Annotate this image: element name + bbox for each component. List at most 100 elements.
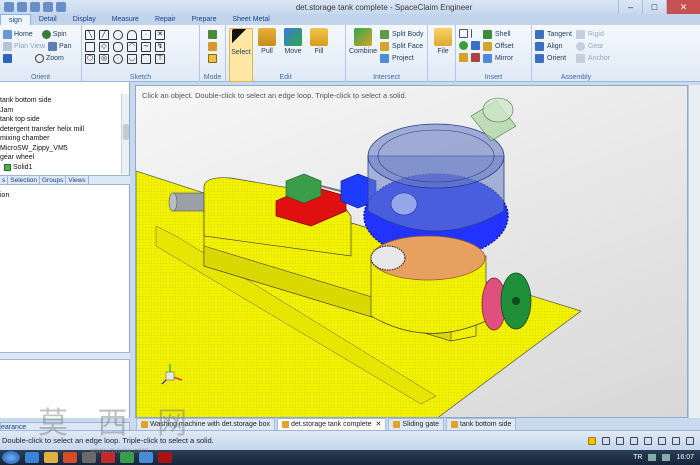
spline-tool-icon[interactable]: ∼: [141, 42, 151, 52]
split-face-button[interactable]: Split Face: [380, 40, 424, 52]
tree-item[interactable]: tank bottom side: [0, 96, 129, 106]
sweep-arc-icon[interactable]: ◠: [127, 42, 137, 52]
tree-item[interactable]: tank top side: [0, 115, 129, 125]
viewport-scrollbar[interactable]: [688, 85, 700, 418]
home-button[interactable]: Home: [3, 29, 33, 39]
doc-tab-tank-bottom[interactable]: tank bottom side: [446, 418, 517, 430]
orient-constraint-button[interactable]: Orient: [535, 52, 572, 64]
language-indicator[interactable]: TR: [633, 454, 642, 461]
split-body-button[interactable]: Split Body: [380, 28, 424, 40]
clock[interactable]: 16:07: [676, 454, 694, 461]
point-tool-icon[interactable]: ·: [141, 30, 151, 40]
scrollbar-thumb[interactable]: [123, 124, 129, 140]
close-button[interactable]: ✕: [666, 0, 700, 14]
box-select-icon[interactable]: [644, 436, 652, 445]
tab-views[interactable]: Views: [66, 176, 89, 184]
undo-icon[interactable]: [56, 2, 66, 12]
tab-measure[interactable]: Measure: [104, 14, 147, 25]
anchor-button[interactable]: Anchor: [575, 52, 610, 64]
tab-sheet-metal[interactable]: Sheet Metal: [224, 14, 277, 25]
next-icon[interactable]: [602, 436, 610, 445]
select-filter-icon[interactable]: [630, 436, 638, 445]
lasso-icon[interactable]: [658, 436, 666, 445]
sphere-icon[interactable]: [459, 41, 468, 50]
tangent-line-icon[interactable]: ╱: [99, 30, 109, 40]
three-point-arc-icon[interactable]: ◡: [127, 54, 137, 64]
shell-button[interactable]: Shell: [483, 28, 514, 40]
trim-tool-icon[interactable]: ✕: [155, 30, 165, 40]
arc-tool-icon[interactable]: [127, 30, 137, 40]
doc-tab-sliding-gate[interactable]: Sliding gate: [388, 418, 445, 430]
rigid-button[interactable]: Rigid: [575, 28, 610, 40]
tree-item[interactable]: detergent transfer helix mill: [0, 125, 129, 135]
ellipse-tool-icon[interactable]: [113, 42, 123, 52]
cursor-icon[interactable]: [616, 436, 624, 445]
file-button[interactable]: File: [431, 28, 455, 55]
tab-prepare[interactable]: Prepare: [184, 14, 225, 25]
face-curve-icon[interactable]: ⌒: [141, 54, 151, 64]
line-tool-icon[interactable]: ╲: [85, 30, 95, 40]
sketch-mode-icon[interactable]: [208, 30, 217, 39]
tree-item[interactable]: gear wheel: [0, 153, 129, 163]
pan-button[interactable]: Pan: [48, 41, 71, 51]
axis-icon[interactable]: [471, 29, 480, 38]
camera-icon[interactable]: [686, 436, 694, 445]
bend-tool-icon[interactable]: ↯: [155, 42, 165, 52]
rectangle-tool-icon[interactable]: [85, 42, 95, 52]
tree-item[interactable]: Jam: [0, 106, 129, 116]
network-icon[interactable]: [648, 454, 657, 461]
tab-selection[interactable]: Selection: [8, 176, 40, 184]
save-icon[interactable]: [43, 2, 53, 12]
tab-detail[interactable]: Detail: [31, 14, 65, 25]
three-point-rect-icon[interactable]: ◇: [99, 42, 109, 52]
tab-groups[interactable]: Groups: [40, 176, 67, 184]
polygon-tool-icon[interactable]: ⬡: [85, 54, 95, 64]
3d-mode-icon[interactable]: [208, 54, 217, 63]
view-cube-icon[interactable]: [3, 53, 12, 63]
doc-tab-storage-tank[interactable]: det.storage tank complete ✕: [276, 418, 387, 430]
plan-view-button[interactable]: Plan View: [3, 41, 45, 51]
folder-icon[interactable]: [44, 452, 58, 463]
new-icon[interactable]: [17, 2, 27, 12]
three-point-circle-icon[interactable]: ·: [113, 54, 123, 64]
maximize-button[interactable]: □: [642, 0, 666, 14]
spin-button[interactable]: Spin: [41, 29, 67, 39]
offset-curve-icon[interactable]: ◎: [99, 54, 109, 64]
project-button[interactable]: Project: [380, 52, 424, 64]
volume-icon[interactable]: [662, 454, 671, 461]
triad-cube[interactable]: [165, 371, 175, 381]
open-icon[interactable]: [30, 2, 40, 12]
minimize-button[interactable]: –: [618, 0, 642, 14]
align-button[interactable]: Align: [535, 40, 572, 52]
media-icon[interactable]: [63, 452, 77, 463]
origin-icon[interactable]: [471, 41, 480, 50]
circle-tool-icon[interactable]: [113, 30, 123, 40]
tab-repair[interactable]: Repair: [147, 14, 184, 25]
tangent-button[interactable]: Tangent: [535, 28, 572, 40]
panel-splitter[interactable]: [0, 352, 130, 360]
3d-viewport[interactable]: Click an object. Double-click to select …: [135, 85, 688, 418]
warning-icon[interactable]: [588, 436, 596, 445]
plane-icon[interactable]: [459, 29, 468, 38]
tree-item[interactable]: mixing chamber: [0, 134, 129, 144]
tab-structure[interactable]: s: [0, 176, 9, 184]
display-mode-icon[interactable]: [672, 436, 680, 445]
zoom-button[interactable]: Zoom: [35, 53, 64, 63]
close-tab-icon[interactable]: ✕: [376, 419, 382, 430]
offset-button[interactable]: Offset: [483, 40, 514, 52]
start-button[interactable]: [2, 451, 20, 464]
tree-item-solid[interactable]: Solid1: [0, 163, 129, 173]
split-line-icon[interactable]: ⊤: [155, 54, 165, 64]
tab-design[interactable]: sign: [0, 14, 31, 25]
tab-display[interactable]: Display: [65, 14, 104, 25]
section-mode-icon[interactable]: [208, 42, 217, 51]
mirror-button[interactable]: Mirror: [483, 52, 514, 64]
app-icon[interactable]: [4, 2, 14, 12]
tree-item[interactable]: MicroSW_Zippy_VM5: [0, 144, 129, 154]
tree-scrollbar[interactable]: [121, 94, 129, 174]
cylinder-icon[interactable]: [459, 53, 468, 62]
acrobat-icon[interactable]: [158, 452, 172, 463]
equation-icon[interactable]: [471, 53, 480, 62]
gear-button[interactable]: Gear: [575, 40, 610, 52]
browser-icon[interactable]: [25, 452, 39, 463]
